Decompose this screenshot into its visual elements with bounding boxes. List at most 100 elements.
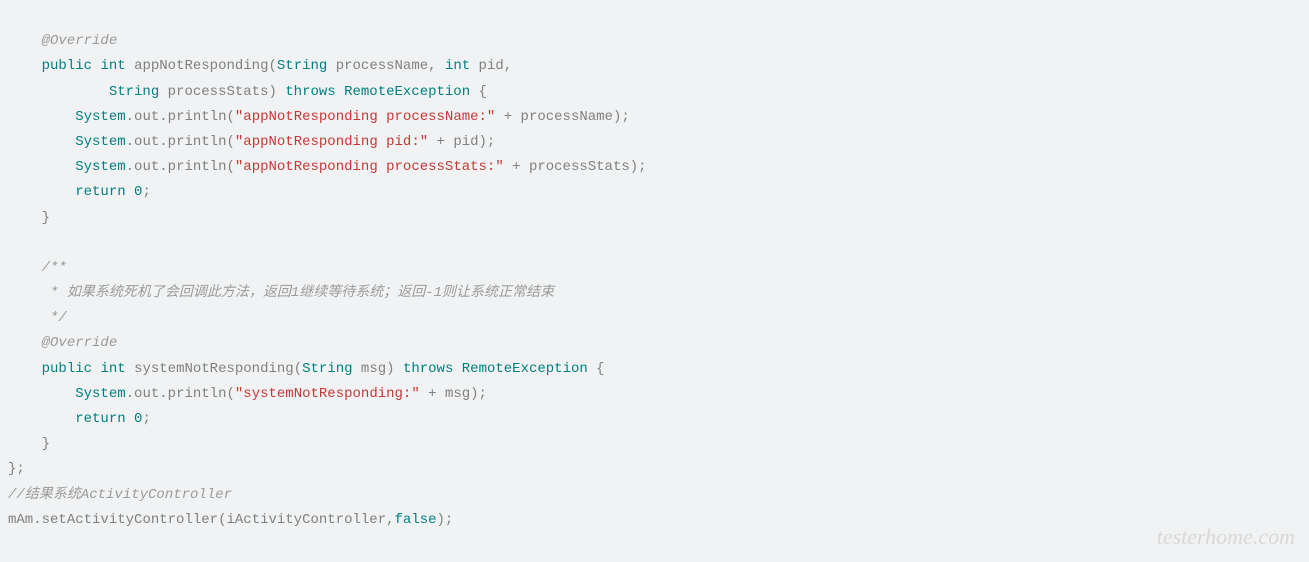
out: out <box>134 386 159 402</box>
line-9 <box>8 235 16 251</box>
kw-public: public <box>42 361 92 377</box>
annotation-override: @Override <box>42 33 118 49</box>
kw-int: int <box>437 58 471 74</box>
dot: . <box>159 386 167 402</box>
number-zero: 0 <box>126 411 143 427</box>
type-exception: RemoteException <box>336 84 470 100</box>
method-name: systemNotResponding <box>134 361 294 377</box>
paren-semi: ); <box>437 512 454 528</box>
dot: . <box>126 159 134 175</box>
line-20: mAm.setActivityController(iActivityContr… <box>8 512 453 528</box>
string-literal: "appNotResponding pid:" <box>235 134 428 150</box>
param: msg <box>353 361 387 377</box>
dot: . <box>126 134 134 150</box>
arg: iActivityController <box>226 512 386 528</box>
comment-end: */ <box>42 310 67 326</box>
line-1: @Override <box>8 33 117 49</box>
dot: . <box>126 386 134 402</box>
kw-int: int <box>100 58 125 74</box>
line-comment: //结果系统ActivityController <box>8 487 232 503</box>
dot: . <box>159 159 167 175</box>
line-18: }; <box>8 461 25 477</box>
comma: , <box>504 58 512 74</box>
ident-mam: mAm <box>8 512 33 528</box>
line-16: return 0; <box>8 411 151 427</box>
annotation-override: @Override <box>42 335 118 351</box>
brace-semi: }; <box>8 461 25 477</box>
line-8: } <box>8 210 50 226</box>
type-system: System <box>75 134 125 150</box>
brace: } <box>42 210 50 226</box>
comma: , <box>386 512 394 528</box>
dot: . <box>159 109 167 125</box>
kw-throws: throws <box>277 84 336 100</box>
line-5: System.out.println("appNotResponding pid… <box>8 134 495 150</box>
dot: . <box>126 109 134 125</box>
println: println <box>168 159 227 175</box>
line-6: System.out.println("appNotResponding pro… <box>8 159 647 175</box>
println: println <box>168 134 227 150</box>
line-4: System.out.println("appNotResponding pro… <box>8 109 630 125</box>
type-string: String <box>302 361 352 377</box>
concat: + processName); <box>495 109 629 125</box>
line-11: * 如果系统死机了会回调此方法，返回1继续等待系统；返回-1则让系统正常结束 <box>8 285 554 301</box>
type-system: System <box>75 109 125 125</box>
line-13: @Override <box>8 335 117 351</box>
paren: ( <box>268 58 276 74</box>
paren: ( <box>226 134 234 150</box>
code-block: @Override public int appNotResponding(St… <box>0 0 1309 562</box>
line-10: /** <box>8 260 67 276</box>
kw-public: public <box>42 58 92 74</box>
paren: ( <box>226 386 234 402</box>
param: processName <box>327 58 428 74</box>
out: out <box>134 109 159 125</box>
param: pid <box>470 58 504 74</box>
type-string: String <box>277 58 327 74</box>
brace: } <box>42 436 50 452</box>
brace: { <box>470 84 487 100</box>
comment-start: /** <box>42 260 67 276</box>
kw-int: int <box>100 361 125 377</box>
line-3: String processStats) throws RemoteExcept… <box>8 84 487 100</box>
watermark-text: testerhome.com <box>1157 517 1295 557</box>
method-call: setActivityController <box>42 512 218 528</box>
semi: ; <box>142 184 150 200</box>
paren: ) <box>268 84 276 100</box>
semi: ; <box>142 411 150 427</box>
line-12: */ <box>8 310 67 326</box>
param: processStats <box>159 84 268 100</box>
line-14: public int systemNotResponding(String ms… <box>8 361 605 377</box>
string-literal: "appNotResponding processStats:" <box>235 159 504 175</box>
out: out <box>134 134 159 150</box>
concat: + msg); <box>420 386 487 402</box>
concat: + pid); <box>428 134 495 150</box>
paren: ( <box>226 109 234 125</box>
line-7: return 0; <box>8 184 151 200</box>
concat: + processStats); <box>504 159 647 175</box>
out: out <box>134 159 159 175</box>
line-2: public int appNotResponding(String proce… <box>8 58 512 74</box>
string-literal: "systemNotResponding:" <box>235 386 420 402</box>
line-17: } <box>8 436 50 452</box>
line-19: //结果系统ActivityController <box>8 487 232 503</box>
type-system: System <box>75 159 125 175</box>
paren: ( <box>294 361 302 377</box>
kw-throws: throws <box>395 361 454 377</box>
paren: ( <box>226 159 234 175</box>
method-name: appNotResponding <box>134 58 268 74</box>
type-string: String <box>109 84 159 100</box>
kw-return: return <box>75 184 125 200</box>
comment-body: * 如果系统死机了会回调此方法，返回1继续等待系统；返回-1则让系统正常结束 <box>42 285 554 301</box>
string-literal: "appNotResponding processName:" <box>235 109 495 125</box>
paren: ) <box>386 361 394 377</box>
type-system: System <box>75 386 125 402</box>
number-zero: 0 <box>126 184 143 200</box>
println: println <box>168 109 227 125</box>
line-15: System.out.println("systemNotResponding:… <box>8 386 487 402</box>
type-exception: RemoteException <box>453 361 587 377</box>
dot: . <box>33 512 41 528</box>
comma: , <box>428 58 436 74</box>
kw-false: false <box>395 512 437 528</box>
dot: . <box>159 134 167 150</box>
kw-return: return <box>75 411 125 427</box>
